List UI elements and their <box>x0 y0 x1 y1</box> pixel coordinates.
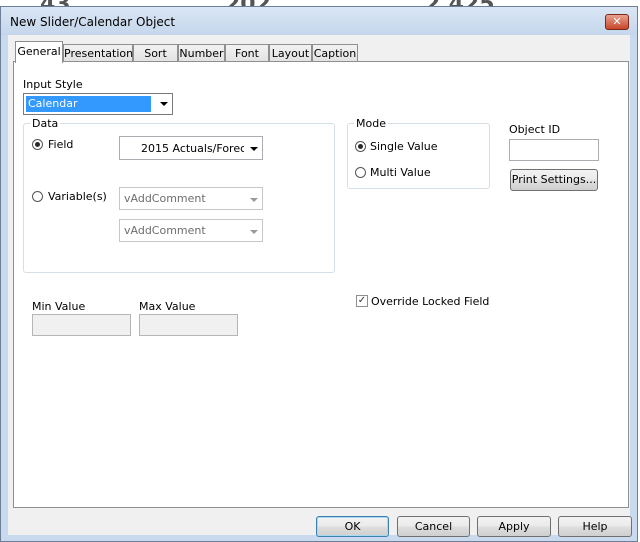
tab-font[interactable]: Font <box>225 44 269 62</box>
dialog-title: New Slider/Calendar Object <box>10 15 176 29</box>
single-value-radio[interactable] <box>355 141 366 152</box>
variable-select-1-value: vAddComment <box>124 192 206 205</box>
tab-layout[interactable]: Layout <box>269 44 312 62</box>
tab-number[interactable]: Number <box>178 44 225 62</box>
max-value-label: Max Value <box>139 300 196 313</box>
close-button[interactable]: ✕ <box>605 14 629 30</box>
slider-calendar-dialog: New Slider/Calendar Object ✕ General Pre… <box>0 6 638 542</box>
min-value-label: Min Value <box>32 300 86 313</box>
data-group: Data Field 2015 Actuals/Forecast Variabl… <box>23 117 335 273</box>
multi-value-radio[interactable] <box>355 167 366 178</box>
field-radio-label: Field <box>48 138 74 151</box>
dialog-client-area: General Presentation Sort Number Font La… <box>8 35 632 537</box>
mode-group: Mode Single Value Multi Value <box>347 117 490 189</box>
single-value-label: Single Value <box>370 140 438 153</box>
print-settings-button[interactable]: Print Settings... <box>510 169 598 191</box>
mode-group-label: Mode <box>354 117 388 130</box>
override-locked-field-label: Override Locked Field <box>371 295 490 308</box>
chevron-down-icon <box>250 147 258 151</box>
override-locked-field-checkbox[interactable]: ✓ <box>356 295 368 307</box>
variable-select-1[interactable]: vAddComment <box>119 187 263 210</box>
ok-button[interactable]: OK <box>316 516 389 537</box>
multi-value-label: Multi Value <box>370 166 431 179</box>
chevron-down-icon <box>160 102 168 106</box>
input-style-select[interactable]: Calendar <box>23 93 173 115</box>
chevron-down-icon <box>250 198 258 202</box>
chevron-down-icon <box>250 230 258 234</box>
general-tab-panel: Input Style Calendar Data Field 2015 Act… <box>13 61 629 508</box>
input-style-value: Calendar <box>28 97 78 110</box>
apply-button[interactable]: Apply <box>477 516 551 537</box>
field-select-value: 2015 Actuals/Forecast <box>141 142 244 155</box>
input-style-label: Input Style <box>23 78 83 91</box>
tab-sort[interactable]: Sort <box>133 44 178 62</box>
object-id-input[interactable] <box>509 139 599 161</box>
variables-radio-label: Variable(s) <box>48 190 107 203</box>
variables-radio[interactable] <box>32 191 43 202</box>
cancel-button[interactable]: Cancel <box>397 516 470 537</box>
checkmark-icon: ✓ <box>357 295 367 306</box>
tab-presentation[interactable]: Presentation <box>63 44 133 62</box>
tab-caption[interactable]: Caption <box>312 44 358 62</box>
title-bar[interactable]: New Slider/Calendar Object ✕ <box>1 7 637 35</box>
field-radio[interactable] <box>32 139 43 150</box>
object-id-label: Object ID <box>509 123 561 136</box>
tab-general[interactable]: General <box>15 41 63 63</box>
variable-select-2[interactable]: vAddComment <box>119 219 263 242</box>
data-group-label: Data <box>30 117 61 130</box>
max-value-input[interactable] <box>139 314 238 336</box>
min-value-input[interactable] <box>32 314 131 336</box>
variable-select-2-value: vAddComment <box>124 224 206 237</box>
help-button[interactable]: Help <box>558 516 632 537</box>
field-select[interactable]: 2015 Actuals/Forecast <box>119 136 263 160</box>
close-icon: ✕ <box>612 15 622 28</box>
